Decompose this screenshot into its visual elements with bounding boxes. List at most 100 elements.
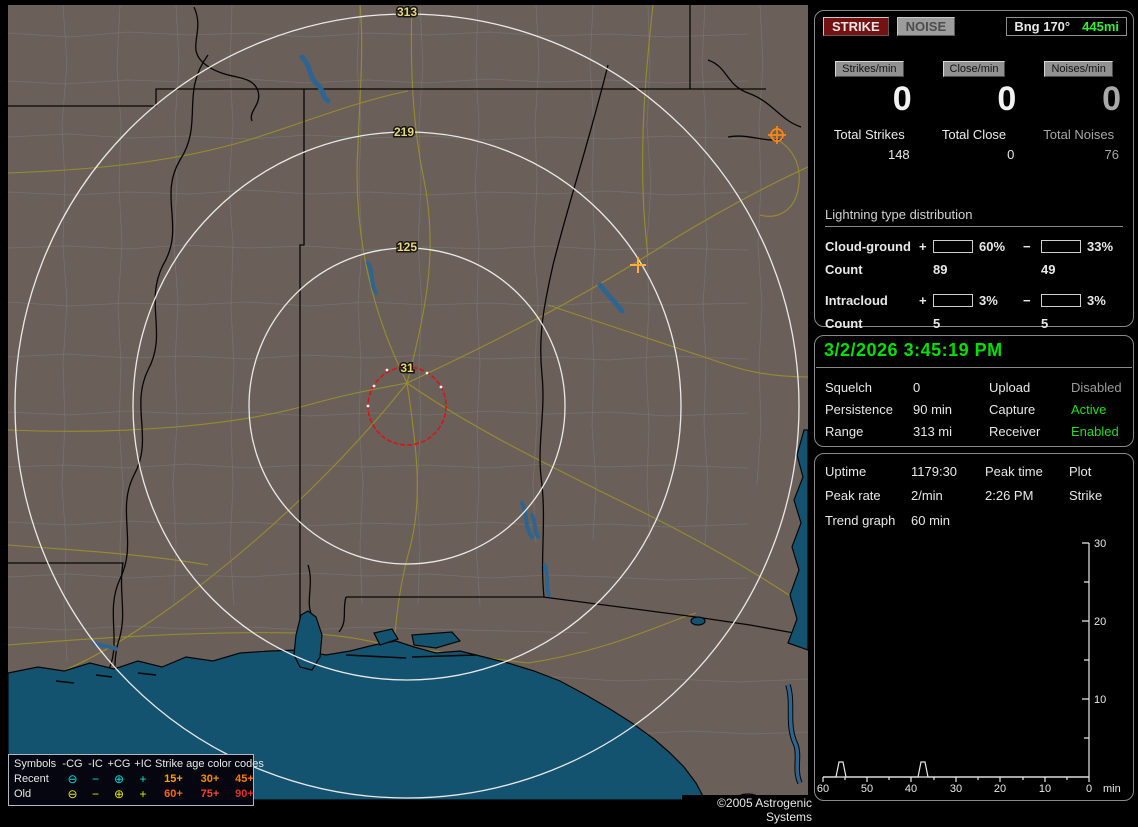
ring-label-125: 125 [397,240,417,254]
close-per-min-button[interactable]: Close/min [942,61,1006,77]
plus-sign: + [919,239,927,254]
noises-per-min-button[interactable]: Noises/min [1044,61,1113,77]
ring-label-219: 219 [394,125,414,139]
persistence-value: 90 min [913,402,953,417]
close-alarm-ring [367,366,447,446]
map-legend: Symbols -CG -IC +CG +IC Strike age color… [8,754,264,806]
app-window: 313 219 125 31 Symbols -CG -IC +CG +IC S… [0,0,1138,827]
ring-label-31: 31 [400,361,414,375]
legend-col-neg-ic: -IC [88,758,103,770]
svg-text:10: 10 [1094,694,1106,706]
cg-plus-count: 89 [933,262,948,277]
pos-ic-old-icon: + [139,787,147,801]
legend-col-pos-ic: +IC [134,758,152,770]
plus-sign: + [919,293,927,308]
bearing-display: Bng 170° 445mi [1006,17,1127,36]
clock-status-box: 3/2/2026 3:45:19 PM Squelch 0 Upload Dis… [814,335,1134,447]
counters-box: STRIKE NOISE Bng 170° 445mi Strikes/min 0… [814,10,1134,331]
cloud-ground-label: Cloud-ground [825,239,911,254]
age-60: 60+ [164,788,183,800]
svg-text:10: 10 [1039,783,1051,795]
trend-line [823,761,1089,778]
neg-cg-old-icon: ⊖ [67,787,78,801]
minus-sign: − [1023,293,1031,308]
total-noises-value: 76 [1104,147,1120,162]
cg-plus-pct: 60% [979,239,1006,254]
lightning-distribution: Lightning type distribution Cloud-ground… [825,207,1123,331]
intracloud-row: Intracloud + 3% − 3% [825,293,1123,308]
bearing-distance: 445mi [1082,19,1119,34]
plus-cg-strike-icon [768,126,786,144]
date-time: 3/2/2026 3:45:19 PM [816,336,1132,368]
svg-text:30: 30 [1094,538,1106,550]
legend-col-neg-cg: -CG [62,758,83,770]
ic-minus-count: 5 [1041,316,1049,331]
legend-col-pos-cg: +CG [107,758,131,770]
cg-minus-pct: 33% [1087,239,1114,254]
cg-minus-count: 49 [1041,262,1056,277]
total-noises-label: Total Noises [1043,127,1115,142]
legend-old-label: Old [14,788,32,800]
ic-minus-pct: 3% [1087,293,1106,308]
ring-label-313: 313 [397,5,417,19]
squelch-label: Squelch [825,380,872,395]
status-panel: STRIKE NOISE Bng 170° 445mi Strikes/min 0… [812,0,1138,812]
range-label: Range [825,424,864,439]
intracloud-count-row: Count 5 5 [825,316,1123,331]
gulf-of-mexico [8,429,808,800]
range-value: 313 mi [913,424,953,439]
ic-minus-bar [1041,294,1081,307]
upload-label: Upload [989,380,1031,395]
age-30: 30+ [200,773,220,785]
noises-counter: Noises/min 0 Total Noises 76 [1026,61,1131,162]
ic-plus-count: 5 [933,316,941,331]
count-label: Count [825,262,863,277]
capture-label: Capture [989,402,1036,417]
pos-ic-recent-icon: + [139,772,147,786]
svg-text:20: 20 [1094,616,1106,628]
distribution-heading: Lightning type distribution [825,207,1123,227]
svg-text:0: 0 [1086,783,1092,795]
noise-button[interactable]: NOISE [896,17,956,36]
age-15: 15+ [164,773,183,785]
cloud-ground-count-row: Count 89 49 [825,262,1123,277]
minus-sign: − [1023,239,1031,254]
pos-cg-recent-icon: ⊕ [113,772,125,786]
lightning-map[interactable]: 313 219 125 31 Symbols -CG -IC +CG +IC S… [8,5,814,827]
svg-text:30: 30 [950,783,962,795]
neg-ic-recent-icon: − [91,772,99,786]
svg-text:60: 60 [817,783,829,795]
age-90: 90+ [235,788,254,800]
neg-ic-old-icon: − [91,787,99,801]
bearing-label: Bng 170° [1014,19,1071,34]
receiver-label: Receiver [989,424,1041,439]
age-45: 45+ [235,773,254,785]
copyright-notice: ©2005 Astrogenic Systems [682,795,814,827]
close-counter: Close/min 0 Total Close 0 [922,61,1027,162]
receiver-value: Enabled [1071,424,1119,439]
strikes-counter: Strikes/min 0 Total Strikes 148 [817,61,922,162]
county-borders [8,5,808,746]
legend-age-header: Strike age color codes [155,758,264,770]
capture-value: Active [1071,402,1107,417]
close-per-min-value: 0 [997,80,1017,118]
ic-plus-bar [933,294,973,307]
strike-button[interactable]: STRIKE [823,17,889,36]
age-75: 75+ [200,788,220,800]
state-borders [8,5,802,706]
trend-graph: 60 50 40 30 20 10 0 min 10 20 30 [817,538,1121,795]
count-label: Count [825,316,863,331]
trend-box: Uptime 1179:30 Peak time Plot Peak rate … [814,453,1134,801]
map-canvas: 313 219 125 31 [8,5,808,800]
svg-text:40: 40 [905,783,917,795]
neg-cg-recent-icon: ⊖ [67,772,78,786]
total-close-value: 0 [1007,147,1015,162]
ic-plus-pct: 3% [979,293,998,308]
trend-x-unit: min [1103,783,1121,795]
legend-symbols-header: Symbols [14,758,57,770]
legend-recent-label: Recent [14,773,49,785]
total-close-label: Total Close [941,127,1007,142]
svg-text:20: 20 [994,783,1006,795]
strikes-per-min-button[interactable]: Strikes/min [835,61,904,77]
strikes-per-min-value: 0 [892,80,912,118]
